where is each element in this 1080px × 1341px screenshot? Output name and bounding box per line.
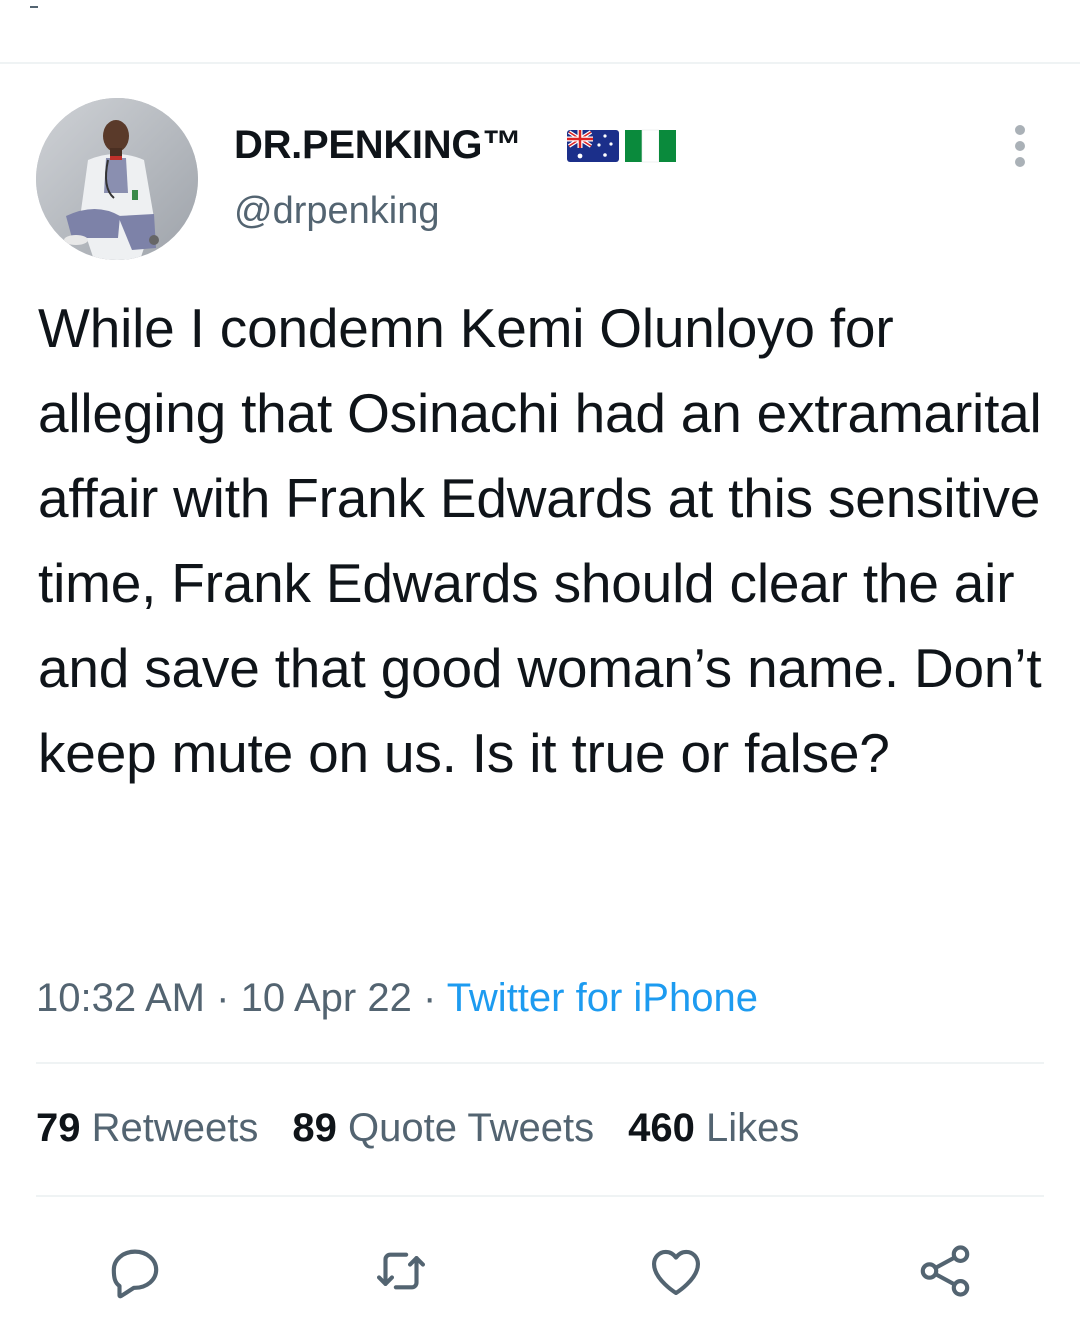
retweet-icon[interactable] — [370, 1240, 432, 1302]
flags — [567, 128, 677, 164]
avatar[interactable] — [36, 98, 198, 260]
reply-icon[interactable] — [104, 1240, 166, 1302]
display-name[interactable]: DR.PENKING™ — [234, 123, 522, 168]
tweet-text: While I condemn Kemi Olunloyo for allegi… — [38, 297, 1042, 784]
divider — [36, 1062, 1044, 1064]
top-bar — [0, 0, 1080, 64]
retweets-count: 79 — [36, 1106, 81, 1150]
nigeria-flag — [625, 129, 676, 163]
like-icon[interactable] — [645, 1240, 707, 1302]
top-bar-edge — [30, 0, 38, 8]
share-icon[interactable] — [914, 1240, 976, 1302]
australia-flag — [567, 130, 619, 162]
likes-stat[interactable]: 460 Likes — [628, 1106, 799, 1150]
tweet-date: 10 Apr 22 — [240, 976, 412, 1020]
meta-separator: · — [422, 976, 437, 1020]
meta-separator: · — [216, 976, 230, 1020]
divider — [36, 1195, 1044, 1197]
likes-label: Likes — [705, 1106, 800, 1150]
quote-tweets-label: Quote Tweets — [348, 1106, 595, 1150]
tweet-source-link[interactable]: Twitter for iPhone — [447, 976, 758, 1020]
more-options-icon[interactable] — [1002, 124, 1038, 168]
handle[interactable]: @drpenking — [234, 190, 439, 233]
tweet-time: 10:32 AM — [36, 976, 206, 1020]
quote-tweets-stat[interactable]: 89 Quote Tweets — [292, 1106, 594, 1150]
quote-tweets-count: 89 — [292, 1106, 337, 1150]
engagement-stats: 79 Retweets 89 Quote Tweets 460 Likes — [36, 1106, 799, 1151]
retweets-label: Retweets — [91, 1106, 259, 1150]
tweet-meta: 10:32 AM · 10 Apr 22 · Twitter for iPhon… — [36, 976, 758, 1021]
likes-count: 460 — [628, 1106, 695, 1150]
retweets-stat[interactable]: 79 Retweets — [36, 1106, 258, 1150]
avatar-photo — [36, 98, 198, 260]
